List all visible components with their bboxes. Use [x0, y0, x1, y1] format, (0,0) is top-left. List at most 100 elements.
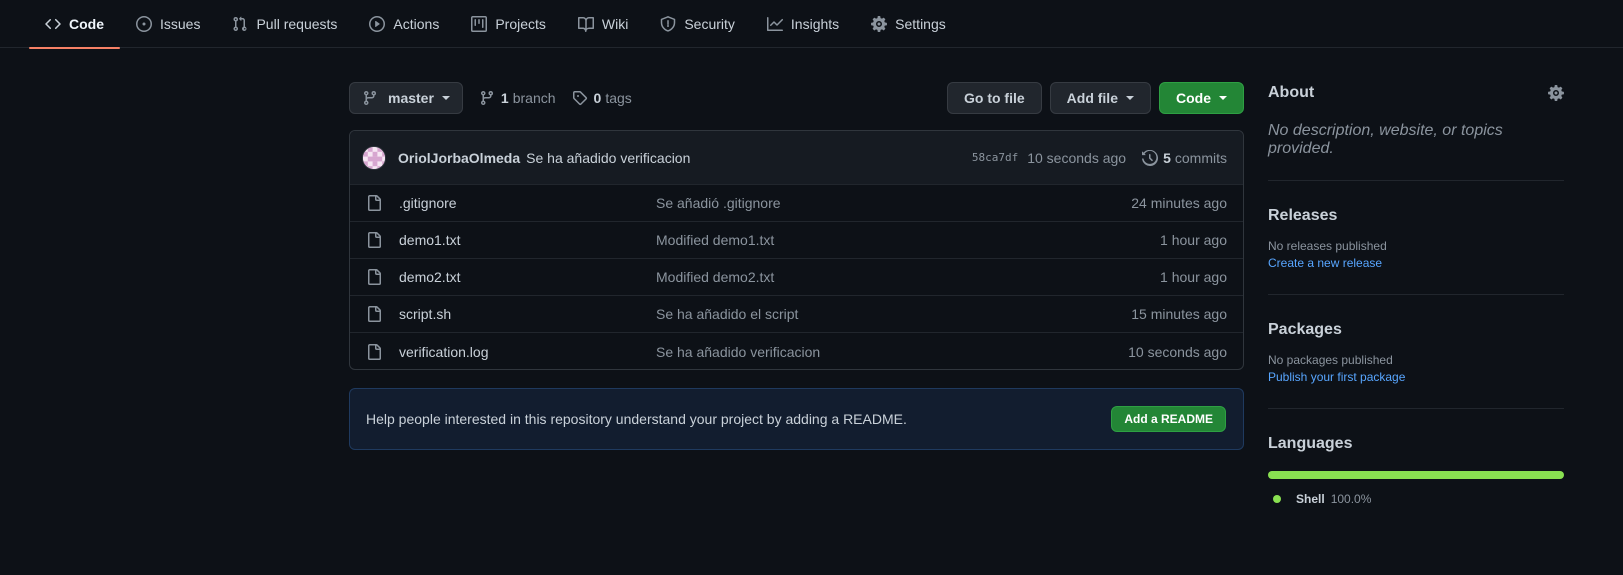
commit-sha-link[interactable]: 58ca7df [972, 151, 1018, 164]
gear-icon [871, 16, 888, 32]
create-release-link[interactable]: Create a new release [1268, 256, 1382, 270]
branch-name: master [388, 90, 434, 106]
releases-section: Releases No releases published Create a … [1268, 180, 1564, 294]
issue-icon [136, 16, 152, 32]
tab-label: Pull requests [256, 16, 338, 32]
readme-prompt: Help people interested in this repositor… [349, 388, 1244, 450]
shield-icon [660, 16, 676, 32]
about-description: No description, website, or topics provi… [1268, 122, 1503, 157]
file-icon [366, 232, 382, 248]
packages-empty-text: No packages published [1268, 353, 1393, 367]
commit-message-link[interactable]: Se ha añadido verificacion [526, 150, 690, 166]
branch-select-button[interactable]: master [349, 82, 463, 114]
branch-icon [479, 90, 495, 106]
project-icon [471, 16, 488, 32]
repo-tab-nav: Code Issues Pull requests Actions Projec… [0, 0, 1623, 49]
languages-section: Languages Shell 100.0% [1268, 408, 1564, 530]
repo-sidebar: About No description, website, or topics… [1268, 82, 1564, 530]
tab-label: Projects [495, 16, 546, 32]
file-name-link[interactable]: .gitignore [399, 195, 656, 211]
branch-icon [362, 90, 378, 106]
go-to-file-label: Go to file [963, 90, 1025, 106]
tab-wiki[interactable]: Wiki [562, 0, 644, 48]
about-title: About [1268, 84, 1315, 101]
branches-link[interactable]: 1 branch [479, 90, 556, 106]
add-readme-button[interactable]: Add a README [1111, 406, 1226, 432]
commits-count: 5 [1163, 149, 1171, 166]
releases-title[interactable]: Releases [1268, 207, 1564, 225]
language-bar [1268, 471, 1564, 479]
file-age: 1 hour ago [1160, 232, 1227, 248]
file-list: OriolJorbaOlmeda Se ha añadido verificac… [349, 130, 1244, 370]
play-icon [369, 16, 386, 32]
about-section: About No description, website, or topics… [1268, 82, 1564, 180]
tab-label: Actions [393, 16, 440, 32]
file-commit-message-link[interactable]: Se añadió .gitignore [656, 195, 1131, 211]
tags-link[interactable]: 0 tags [572, 90, 632, 106]
file-age: 10 seconds ago [1128, 343, 1227, 360]
file-row[interactable]: script.sh Se ha añadido el script 15 min… [350, 296, 1243, 333]
code-dropdown-button[interactable]: Code [1159, 82, 1244, 114]
releases-empty-text: No releases published [1268, 239, 1387, 253]
file-row[interactable]: demo1.txt Modified demo1.txt 1 hour ago [350, 222, 1243, 259]
tab-code[interactable]: Code [29, 0, 120, 49]
packages-title[interactable]: Packages [1268, 321, 1564, 339]
file-name-link[interactable]: verification.log [399, 344, 656, 360]
about-header: About [1268, 82, 1564, 104]
file-row[interactable]: verification.log Se ha añadido verificac… [350, 333, 1243, 369]
tab-actions[interactable]: Actions [353, 0, 455, 48]
go-to-file-button[interactable]: Go to file [946, 82, 1042, 114]
add-file-button[interactable]: Add file [1049, 82, 1151, 114]
language-item[interactable]: Shell 100.0% [1268, 492, 1564, 506]
tab-insights[interactable]: Insights [751, 0, 855, 48]
file-row[interactable]: .gitignore Se añadió .gitignore 24 minut… [350, 185, 1243, 222]
caret-down-icon [441, 96, 450, 100]
avatar[interactable] [362, 145, 386, 170]
commit-age: 10 seconds ago [1027, 149, 1127, 166]
tab-label: Insights [790, 16, 840, 32]
file-name-link[interactable]: script.sh [399, 306, 656, 322]
commit-author-link[interactable]: OriolJorbaOlmeda [398, 150, 520, 166]
readme-prompt-text: Help people interested in this repositor… [366, 411, 907, 427]
file-commit-message-link[interactable]: Modified demo2.txt [656, 269, 1160, 285]
file-icon [366, 195, 382, 211]
branches-label: branch [512, 90, 556, 106]
file-icon [366, 306, 382, 322]
tag-icon [572, 90, 588, 106]
file-age: 15 minutes ago [1131, 306, 1227, 322]
file-commit-message-link[interactable]: Se ha añadido el script [656, 306, 1131, 322]
tab-settings[interactable]: Settings [855, 0, 962, 48]
code-icon [45, 16, 61, 32]
file-navigation: master 1 branch 0 tags Go to file Add fi… [349, 82, 1244, 114]
commits-label: commits [1174, 149, 1227, 166]
tab-issues[interactable]: Issues [120, 0, 216, 48]
tab-label: Wiki [601, 16, 629, 32]
tab-pull-requests[interactable]: Pull requests [216, 0, 353, 48]
file-icon [366, 343, 382, 360]
tab-label: Code [69, 16, 104, 32]
history-icon [1142, 149, 1159, 166]
language-color-dot [1273, 495, 1281, 503]
tab-label: Security [684, 16, 735, 32]
file-name-link[interactable]: demo2.txt [399, 269, 656, 285]
tab-label: Settings [895, 16, 946, 32]
commits-history-link[interactable]: 5 commits [1142, 149, 1227, 166]
tags-count: 0 [593, 90, 602, 106]
branches-count: 1 [500, 90, 509, 106]
file-age: 24 minutes ago [1131, 195, 1227, 211]
latest-commit-bar: OriolJorbaOlmeda Se ha añadido verificac… [350, 131, 1243, 185]
tags-label: tags [605, 90, 632, 106]
caret-down-icon [1126, 96, 1134, 100]
file-commit-message-link[interactable]: Modified demo1.txt [656, 232, 1160, 248]
gear-icon[interactable] [1548, 85, 1564, 101]
file-commit-message-link[interactable]: Se ha añadido verificacion [656, 344, 1128, 360]
tab-security[interactable]: Security [644, 0, 751, 48]
code-button-label: Code [1176, 90, 1211, 106]
book-icon [577, 16, 594, 32]
file-row[interactable]: demo2.txt Modified demo2.txt 1 hour ago [350, 259, 1243, 296]
tab-projects[interactable]: Projects [455, 0, 562, 48]
file-name-link[interactable]: demo1.txt [399, 232, 656, 248]
graph-icon [766, 16, 783, 32]
publish-package-link[interactable]: Publish your first package [1268, 370, 1405, 384]
pull-request-icon [232, 16, 248, 32]
